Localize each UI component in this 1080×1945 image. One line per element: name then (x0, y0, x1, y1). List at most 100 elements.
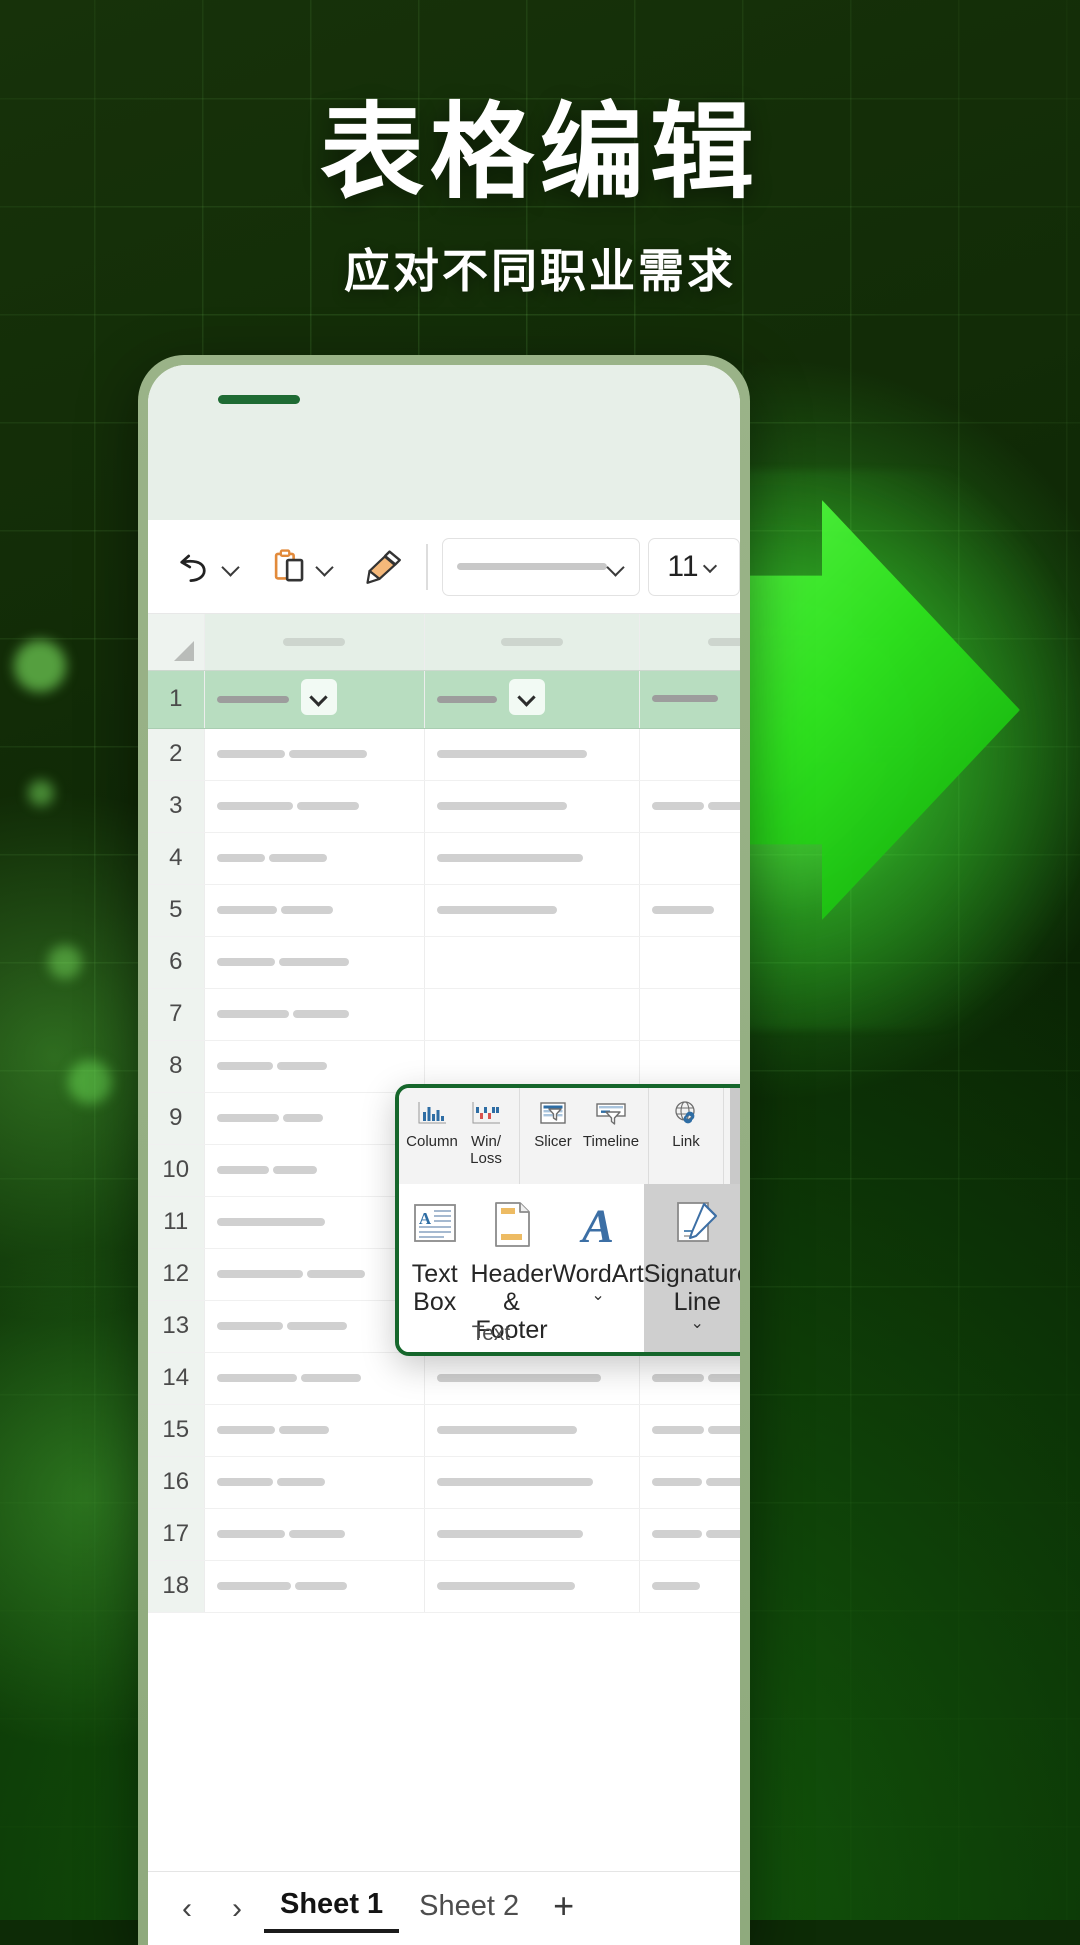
table-row[interactable]: 6 (148, 936, 740, 989)
cell[interactable] (204, 1404, 425, 1457)
cell[interactable] (639, 780, 740, 833)
sheet-tab-1[interactable]: Sheet 1 (264, 1884, 400, 1933)
cell[interactable] (639, 936, 740, 989)
cell[interactable] (204, 1248, 425, 1301)
cell[interactable] (424, 1352, 640, 1405)
row-number-5[interactable]: 5 (148, 884, 205, 937)
cell[interactable] (424, 780, 640, 833)
cell[interactable] (639, 1456, 740, 1509)
row-number-6[interactable]: 6 (148, 936, 205, 989)
cell[interactable] (204, 832, 425, 885)
ribbon-item-column[interactable]: Column (405, 1088, 459, 1184)
table-row[interactable]: 18 (148, 1560, 740, 1613)
row-number-16[interactable]: 16 (148, 1456, 205, 1509)
row-number-11[interactable]: 11 (148, 1196, 205, 1249)
cell[interactable] (204, 936, 425, 989)
cell[interactable] (639, 728, 740, 781)
ribbon-item-slicer[interactable]: Slicer (526, 1088, 580, 1184)
cell[interactable] (204, 1144, 425, 1197)
cell[interactable] (204, 1352, 425, 1405)
font-size-chevron-down-icon[interactable] (703, 558, 721, 576)
cell[interactable] (424, 1508, 640, 1561)
table-row[interactable]: 15 (148, 1404, 740, 1457)
select-all-corner[interactable] (148, 614, 205, 671)
cell[interactable] (639, 1352, 740, 1405)
cell[interactable] (424, 884, 640, 937)
paste-chevron-down-icon[interactable] (316, 558, 334, 576)
cell[interactable] (204, 884, 425, 937)
cell[interactable] (204, 1040, 425, 1093)
font-name-select[interactable] (442, 537, 640, 596)
table-row[interactable]: 2 (148, 728, 740, 781)
header-cell-b[interactable] (424, 670, 640, 729)
table-row[interactable]: 16 (148, 1456, 740, 1509)
undo-chevron-down-icon[interactable] (222, 558, 240, 576)
cell[interactable] (204, 1196, 425, 1249)
column-header-a[interactable] (204, 614, 425, 671)
filter-dropdown-a[interactable] (300, 679, 337, 715)
row-number-15[interactable]: 15 (148, 1404, 205, 1457)
cell[interactable] (424, 728, 640, 781)
cell[interactable] (639, 1404, 740, 1457)
font-name-chevron-down-icon[interactable] (607, 558, 625, 576)
column-header-b[interactable] (424, 614, 640, 671)
column-header-c[interactable] (639, 614, 740, 671)
wordart-chevron-down-icon[interactable]: ⌄ (591, 1288, 604, 1304)
row-number-8[interactable]: 8 (148, 1040, 205, 1093)
cell[interactable] (204, 1560, 425, 1613)
format-painter-button[interactable] (356, 541, 412, 593)
ribbon-item-timeline[interactable]: Timeline (580, 1088, 642, 1184)
cell[interactable] (204, 1092, 425, 1145)
cell[interactable] (639, 1560, 740, 1613)
sheet-tab-2[interactable]: Sheet 2 (403, 1886, 535, 1931)
cell[interactable] (204, 988, 425, 1041)
spreadsheet-grid[interactable]: 1 2 3 4 5 6 7 8 9 10 11 12 13 14 15 16 1… (148, 614, 740, 1871)
table-row[interactable]: 7 (148, 988, 740, 1041)
row-number-9[interactable]: 9 (148, 1092, 205, 1145)
insert-ribbon-popup[interactable]: Column Win/ Loss Slicer Timeline Link A … (395, 1084, 740, 1356)
add-sheet-button[interactable]: + (539, 1885, 588, 1933)
row-number-13[interactable]: 13 (148, 1300, 205, 1353)
paste-button[interactable] (264, 542, 340, 592)
row-number-12[interactable]: 12 (148, 1248, 205, 1301)
row-number-1[interactable]: 1 (148, 670, 205, 729)
row-number-4[interactable]: 4 (148, 832, 205, 885)
filter-dropdown-b[interactable] (508, 679, 545, 715)
cell[interactable] (204, 780, 425, 833)
ribbon-item-text[interactable]: A Text ⌄ (730, 1088, 740, 1184)
table-row[interactable]: 3 (148, 780, 740, 833)
header-cell-c[interactable] (639, 670, 740, 729)
cell[interactable] (204, 1300, 425, 1353)
ribbon-item-winloss[interactable]: Win/ Loss (459, 1088, 513, 1184)
row-number-18[interactable]: 18 (148, 1560, 205, 1613)
undo-button[interactable] (168, 541, 246, 593)
prev-sheet-button[interactable]: ‹ (164, 1886, 210, 1932)
header-cell-a[interactable] (204, 670, 425, 729)
cell[interactable] (424, 832, 640, 885)
cell[interactable] (424, 936, 640, 989)
row-number-2[interactable]: 2 (148, 728, 205, 781)
cell[interactable] (424, 988, 640, 1041)
table-row[interactable]: 14 (148, 1352, 740, 1405)
table-row[interactable]: 17 (148, 1508, 740, 1561)
cell[interactable] (424, 1404, 640, 1457)
table-row[interactable]: 5 (148, 884, 740, 937)
cell[interactable] (424, 1456, 640, 1509)
cell[interactable] (204, 1456, 425, 1509)
drag-handle[interactable] (218, 395, 300, 404)
row-number-17[interactable]: 17 (148, 1508, 205, 1561)
font-size-select[interactable]: 11 (648, 537, 740, 596)
cell[interactable] (639, 832, 740, 885)
row-number-7[interactable]: 7 (148, 988, 205, 1041)
cell[interactable] (639, 1508, 740, 1561)
cell[interactable] (639, 988, 740, 1041)
cell[interactable] (639, 884, 740, 937)
row-number-10[interactable]: 10 (148, 1144, 205, 1197)
row-number-3[interactable]: 3 (148, 780, 205, 833)
cell[interactable] (424, 1560, 640, 1613)
row-number-14[interactable]: 14 (148, 1352, 205, 1405)
cell[interactable] (204, 1508, 425, 1561)
ribbon-item-link[interactable]: Link (655, 1088, 717, 1184)
table-row[interactable]: 4 (148, 832, 740, 885)
cell[interactable] (204, 728, 425, 781)
